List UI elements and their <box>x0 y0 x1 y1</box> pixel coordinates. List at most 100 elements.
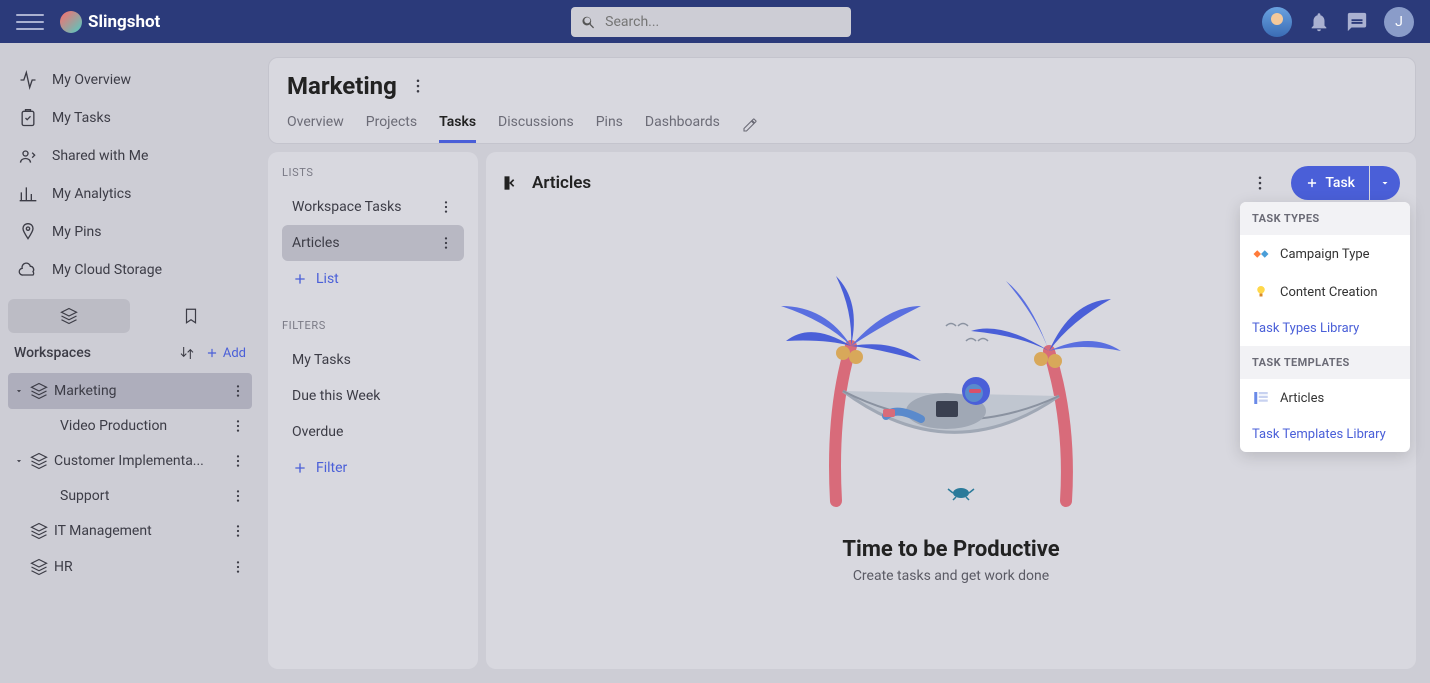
sidebar-item-cloud[interactable]: My Cloud Storage <box>8 251 252 289</box>
tasks-more-icon[interactable] <box>1251 174 1269 192</box>
pin-icon <box>18 222 38 242</box>
new-task-button[interactable]: Task <box>1291 166 1369 200</box>
chevron-down-icon[interactable] <box>14 456 24 466</box>
handshake-icon <box>1252 245 1270 263</box>
workspace-it-management[interactable]: IT Management <box>8 513 252 549</box>
logo[interactable]: Slingshot <box>60 11 160 33</box>
sidebar-item-shared[interactable]: Shared with Me <box>8 137 252 175</box>
task-type-campaign[interactable]: Campaign Type <box>1240 235 1410 273</box>
tasks-header: Articles Task <box>502 166 1400 200</box>
empty-title: Time to be Productive <box>842 537 1059 562</box>
page-header: Marketing Overview Projects Tasks Discus… <box>268 57 1416 144</box>
logo-icon <box>60 11 82 33</box>
users-icon <box>18 146 38 166</box>
hamburger-menu[interactable] <box>16 8 44 36</box>
sidebar-label: My Cloud Storage <box>52 262 162 278</box>
stack-icon <box>30 382 48 400</box>
filter-due-week[interactable]: Due this Week <box>282 378 464 414</box>
topbar: Slingshot J <box>0 0 1430 43</box>
page-title: Marketing <box>287 72 397 100</box>
add-list-button[interactable]: List <box>282 261 464 297</box>
clipboard-icon <box>18 108 38 128</box>
sidebar-item-pins[interactable]: My Pins <box>8 213 252 251</box>
plus-icon <box>1305 176 1319 190</box>
activity-icon <box>18 70 38 90</box>
edit-tabs-icon[interactable] <box>742 117 758 133</box>
workspace-customer-impl[interactable]: Customer Implementa... <box>8 443 252 479</box>
sidebar-label: Shared with Me <box>52 148 148 164</box>
plus-icon <box>292 271 308 287</box>
tab-overview[interactable]: Overview <box>287 114 344 143</box>
template-articles[interactable]: Articles <box>1240 379 1410 417</box>
workspace-video-production[interactable]: Video Production <box>8 409 252 443</box>
sidebar-item-overview[interactable]: My Overview <box>8 61 252 99</box>
sidebar-item-analytics[interactable]: My Analytics <box>8 175 252 213</box>
search-box[interactable] <box>571 7 851 37</box>
chart-icon <box>18 184 38 204</box>
add-filter-button[interactable]: Filter <box>282 450 464 486</box>
sidebar-item-tasks[interactable]: My Tasks <box>8 99 252 137</box>
task-dropdown: TASK TYPES Campaign Type Content Creatio… <box>1240 202 1410 452</box>
panel-toggle-icon[interactable] <box>502 173 522 193</box>
more-icon[interactable] <box>230 523 246 539</box>
workspace-marketing[interactable]: Marketing <box>8 373 252 409</box>
help-avatar[interactable] <box>1262 7 1292 37</box>
sidebar-label: My Tasks <box>52 110 111 126</box>
chat-icon[interactable] <box>1346 11 1368 33</box>
task-templates-library-link[interactable]: Task Templates Library <box>1240 417 1410 452</box>
more-icon[interactable] <box>230 383 246 399</box>
task-types-header: TASK TYPES <box>1240 202 1410 235</box>
tabs: Overview Projects Tasks Discussions Pins… <box>287 114 1397 143</box>
task-button-dropdown[interactable] <box>1370 166 1400 200</box>
list-articles[interactable]: Articles <box>282 225 464 261</box>
add-workspace-button[interactable]: Add <box>205 346 246 361</box>
chevron-down-icon <box>1379 177 1391 189</box>
filters-label: FILTERS <box>282 319 464 332</box>
tab-pins[interactable]: Pins <box>596 114 623 143</box>
task-types-library-link[interactable]: Task Types Library <box>1240 311 1410 346</box>
more-icon[interactable] <box>230 559 246 575</box>
stack-icon <box>60 307 78 325</box>
more-icon[interactable] <box>230 488 246 504</box>
topbar-right: J <box>1262 7 1414 37</box>
tab-tasks[interactable]: Tasks <box>439 114 476 143</box>
stack-icon <box>30 558 48 576</box>
workspace-hr[interactable]: HR <box>8 549 252 585</box>
bell-icon[interactable] <box>1308 11 1330 33</box>
tab-dashboards[interactable]: Dashboards <box>645 114 720 143</box>
plus-icon <box>205 346 219 360</box>
tasks-panel: Articles Task TASK TYPES <box>486 152 1416 669</box>
hammock-illustration <box>771 271 1131 521</box>
bookmark-view-tab[interactable] <box>130 299 252 333</box>
page-more-icon[interactable] <box>409 77 427 95</box>
more-icon[interactable] <box>438 235 454 251</box>
search-icon <box>581 14 597 30</box>
list-workspace-tasks[interactable]: Workspace Tasks <box>282 189 464 225</box>
more-icon[interactable] <box>230 418 246 434</box>
task-templates-header: TASK TEMPLATES <box>1240 346 1410 379</box>
filter-my-tasks[interactable]: My Tasks <box>282 342 464 378</box>
tab-discussions[interactable]: Discussions <box>498 114 574 143</box>
task-type-content[interactable]: Content Creation <box>1240 273 1410 311</box>
sidebar-label: My Pins <box>52 224 102 240</box>
user-avatar[interactable]: J <box>1384 7 1414 37</box>
workspaces-header: Workspaces Add <box>8 333 252 373</box>
lists-panel: LISTS Workspace Tasks Articles List FILT… <box>268 152 478 669</box>
more-icon[interactable] <box>230 453 246 469</box>
sidebar-label: My Analytics <box>52 186 131 202</box>
sidebar-label: My Overview <box>52 72 131 88</box>
workspace-view-tab[interactable] <box>8 299 130 333</box>
template-icon <box>1252 389 1270 407</box>
lists-label: LISTS <box>282 166 464 179</box>
cloud-icon <box>18 260 38 280</box>
sidebar: My Overview My Tasks Shared with Me My A… <box>0 43 260 683</box>
plus-icon <box>292 460 308 476</box>
lightbulb-icon <box>1252 283 1270 301</box>
filter-overdue[interactable]: Overdue <box>282 414 464 450</box>
sort-icon[interactable] <box>179 345 195 361</box>
search-input[interactable] <box>605 14 841 30</box>
chevron-down-icon[interactable] <box>14 386 24 396</box>
workspace-support[interactable]: Support <box>8 479 252 513</box>
more-icon[interactable] <box>438 199 454 215</box>
tab-projects[interactable]: Projects <box>366 114 417 143</box>
